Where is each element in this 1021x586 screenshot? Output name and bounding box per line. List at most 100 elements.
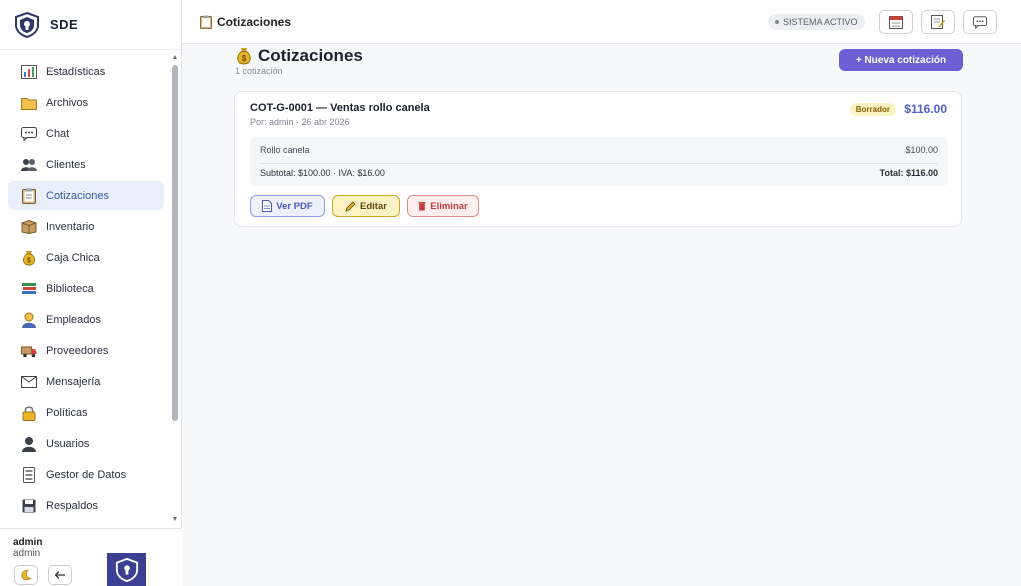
sidebar-item-caja-chica[interactable]: $ Caja Chica — [8, 243, 164, 272]
page-subtitle: 1 cotización — [235, 66, 283, 76]
page-header: $ Cotizaciones — [236, 46, 363, 66]
topbar: Cotizaciones SISTEMA ACTIVO — [182, 0, 1021, 44]
clients-icon — [20, 157, 38, 173]
sidebar-item-label: Archivos — [46, 96, 89, 109]
pencil-icon — [345, 200, 356, 212]
lock-icon — [20, 405, 38, 421]
chat-button[interactable] — [963, 10, 997, 34]
sidebar-item-label: Estadísticas — [46, 65, 106, 78]
sidebar-item-label: Gestor de Datos — [46, 468, 127, 481]
sidebar-item-label: Clientes — [46, 158, 86, 171]
sidebar-scrollbar[interactable]: ▲ ▼ — [171, 54, 179, 526]
sidebar-item-empleados[interactable]: Empleados — [8, 305, 164, 334]
money-bag-icon: $ — [237, 48, 251, 65]
sidebar-item-label: Cotizaciones — [46, 189, 109, 202]
shield-badge-icon — [115, 558, 138, 582]
sidebar-item-politicas[interactable]: Políticas — [8, 398, 164, 427]
sidebar-item-cotizaciones[interactable]: Cotizaciones — [8, 181, 164, 210]
status-text: SISTEMA ACTIVO — [783, 17, 858, 27]
sidebar-item-label: Inventario — [46, 220, 95, 233]
money-bag-icon: $ — [20, 250, 38, 266]
sidebar-nav: Estadísticas Archivos Chat Clientes Coti… — [8, 57, 164, 522]
shield-logo-icon — [15, 11, 39, 38]
sidebar-item-clientes[interactable]: Clientes — [8, 150, 164, 179]
line-item-name: Rollo canela — [260, 145, 310, 155]
user-panel: admin admin — [0, 528, 182, 586]
status-dot — [775, 20, 779, 24]
brand[interactable]: SDE — [0, 0, 181, 50]
subtotal-text: Subtotal: $100.00 · IVA: $16.00 — [260, 168, 385, 178]
edit-label: Editar — [360, 200, 387, 212]
page-title: Cotizaciones — [258, 46, 363, 65]
page-breadcrumb-title: Cotizaciones — [217, 15, 292, 29]
user-icon — [20, 436, 38, 452]
envelope-icon — [20, 374, 38, 390]
sidebar-item-inventario[interactable]: Inventario — [8, 212, 164, 241]
sidebar-item-gestor-de-datos[interactable]: Gestor de Datos — [8, 460, 164, 489]
notepad-icon — [931, 15, 945, 29]
sidebar-item-label: Biblioteca — [46, 282, 94, 295]
svg-text:$: $ — [27, 257, 31, 264]
sidebar-item-archivos[interactable]: Archivos — [8, 88, 164, 117]
clipboard-icon — [20, 188, 38, 204]
sidebar-item-proveedores[interactable]: Proveedores — [8, 336, 164, 365]
sidebar-item-respaldos[interactable]: Respaldos — [8, 491, 164, 520]
truck-icon — [20, 343, 38, 359]
summary-total: Total: $116.00 — [879, 168, 938, 178]
database-icon — [20, 466, 38, 483]
breadcrumb: Cotizaciones — [200, 15, 291, 29]
line-item-amount: $100.00 — [905, 145, 938, 155]
calendar-button[interactable] — [879, 10, 913, 34]
sidebar-item-label: Proveedores — [46, 344, 109, 357]
scrollbar-thumb[interactable] — [172, 65, 178, 421]
quote-card: COT-G-0001 — Ventas rollo canela Por: ad… — [234, 91, 962, 227]
sidebar-item-label: Respaldos — [46, 499, 98, 512]
clipboard-icon — [200, 15, 212, 29]
sidebar-item-label: Usuarios — [46, 437, 90, 450]
status-badge: SISTEMA ACTIVO — [768, 14, 865, 30]
edit-button[interactable]: Editar — [332, 195, 400, 217]
scroll-down-icon[interactable]: ▼ — [171, 516, 179, 524]
sidebar-item-label: Políticas — [46, 406, 88, 419]
shield-badge — [107, 553, 146, 586]
user-role: admin — [13, 548, 41, 559]
folder-icon — [20, 95, 38, 111]
sidebar-item-biblioteca[interactable]: Biblioteca — [8, 274, 164, 303]
box-icon — [20, 219, 38, 235]
sidebar: SDE Estadísticas Archivos Chat Clientes — [0, 0, 182, 586]
sidebar-item-label: Caja Chica — [46, 251, 100, 264]
arrow-left-icon — [54, 571, 65, 579]
calendar-icon — [889, 16, 903, 29]
bar-chart-icon — [20, 64, 38, 80]
theme-toggle-button[interactable] — [14, 565, 38, 585]
sidebar-item-usuarios[interactable]: Usuarios — [8, 429, 164, 458]
brand-name: SDE — [50, 17, 79, 32]
sidebar-item-estadisticas[interactable]: Estadísticas — [8, 57, 164, 86]
quote-title[interactable]: COT-G-0001 — Ventas rollo canela — [250, 102, 430, 114]
sidebar-item-mensajeria[interactable]: Mensajería — [8, 367, 164, 396]
view-pdf-button[interactable]: Ver PDF — [250, 195, 325, 217]
notes-button[interactable] — [921, 10, 955, 34]
delete-label: Eliminar — [430, 200, 468, 212]
collapse-sidebar-button[interactable] — [48, 565, 72, 585]
divider — [260, 163, 938, 164]
quote-lines: Rollo canela $100.00 Subtotal: $100.00 ·… — [250, 137, 948, 186]
delete-button[interactable]: Eliminar — [407, 195, 479, 217]
sidebar-item-chat[interactable]: Chat — [8, 119, 164, 148]
quote-meta: Por: admin · 26 abr 2026 — [250, 117, 350, 127]
sidebar-item-label: Mensajería — [46, 375, 101, 388]
list-item: Rollo canela $100.00 — [260, 145, 938, 155]
employee-icon — [20, 312, 38, 328]
books-icon — [20, 281, 38, 297]
sidebar-item-label: Chat — [46, 127, 70, 140]
scroll-up-icon[interactable]: ▲ — [171, 54, 179, 62]
new-quote-button[interactable]: + Nueva cotización — [839, 49, 963, 71]
view-pdf-label: Ver PDF — [276, 200, 313, 212]
status-badge: Borrador — [849, 103, 896, 116]
quote-total: $116.00 — [904, 102, 947, 116]
user-name: admin — [13, 537, 43, 548]
quote-summary: Subtotal: $100.00 · IVA: $16.00 Total: $… — [260, 168, 938, 178]
floppy-icon — [20, 498, 38, 514]
sidebar-item-label: Empleados — [46, 313, 102, 326]
svg-text:$: $ — [242, 54, 247, 63]
